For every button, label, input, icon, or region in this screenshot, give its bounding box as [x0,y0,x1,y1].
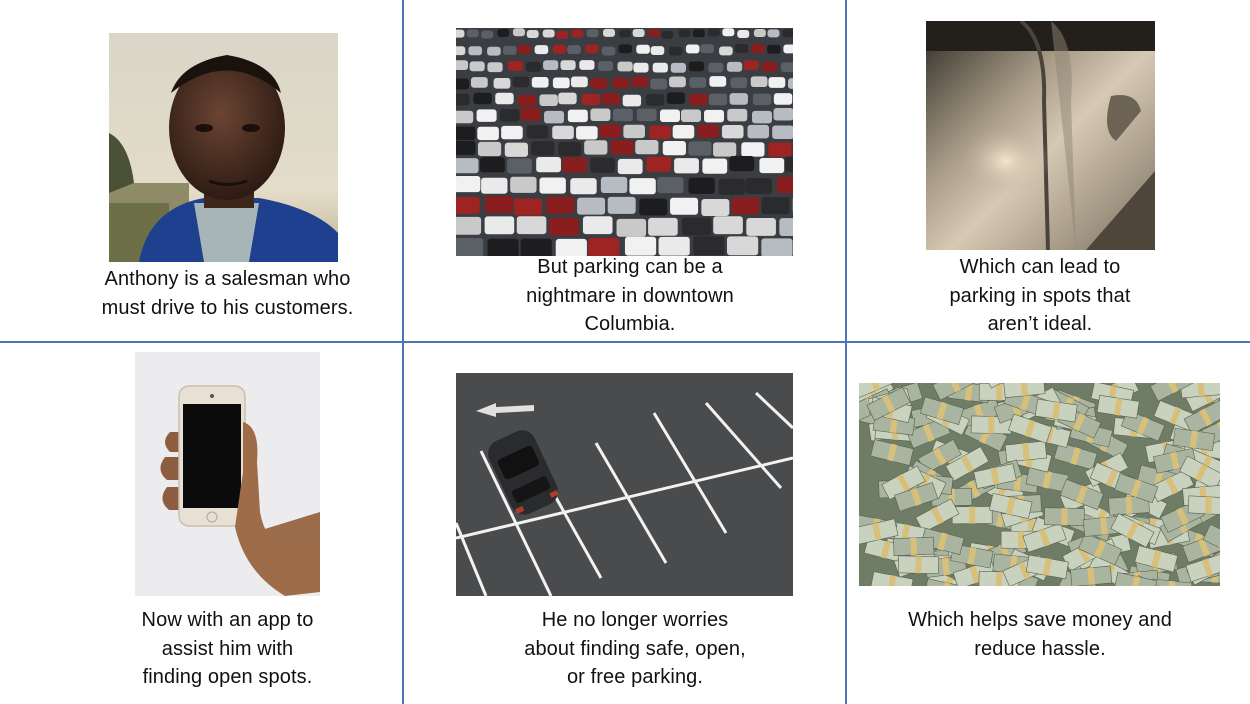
caption-line: about finding safe, open, [524,637,746,660]
crowded-parking-lot-image [456,28,793,256]
column-divider-1 [402,0,404,704]
panel-6-caption: Which helps save money and reduce hassle… [880,606,1200,663]
caption-line: must drive to his customers. [101,296,354,319]
caption-line: But parking can be a [537,256,723,278]
caption-line: nightmare in downtown [526,284,734,307]
hand-holding-phone-image [135,352,320,596]
caption-line: or free parking. [566,666,704,688]
row-divider [0,341,1250,343]
caption-line: He no longer worries [541,609,729,631]
column-divider-2 [845,0,847,704]
panel-2-caption: But parking can be a nightmare in downto… [470,253,790,339]
panel-4-caption: Now with an app to assist him with findi… [90,606,365,692]
caption-line: parking in spots that [949,284,1131,307]
caption-line: Columbia. [584,313,676,335]
caption-line: Which helps save money and [908,609,1172,631]
dented-car-door-image [926,21,1155,250]
caption-line: Now with an app to [141,609,314,631]
caption-line: assist him with [161,637,294,660]
caption-line: finding open spots. [142,666,313,688]
caption-line: reduce hassle. [974,637,1106,660]
man-portrait-image [109,33,338,262]
pile-of-money-image [859,383,1220,586]
panel-1-caption: Anthony is a salesman who must drive to … [80,265,375,322]
caption-line: aren’t ideal. [987,313,1093,335]
caption-line: Which can lead to [959,256,1121,278]
panel-5-caption: He no longer worries about finding safe,… [480,606,790,692]
empty-parking-lot-image [456,373,793,596]
caption-line: Anthony is a salesman who [104,268,351,290]
panel-3-caption: Which can lead to parking in spots that … [890,253,1190,339]
